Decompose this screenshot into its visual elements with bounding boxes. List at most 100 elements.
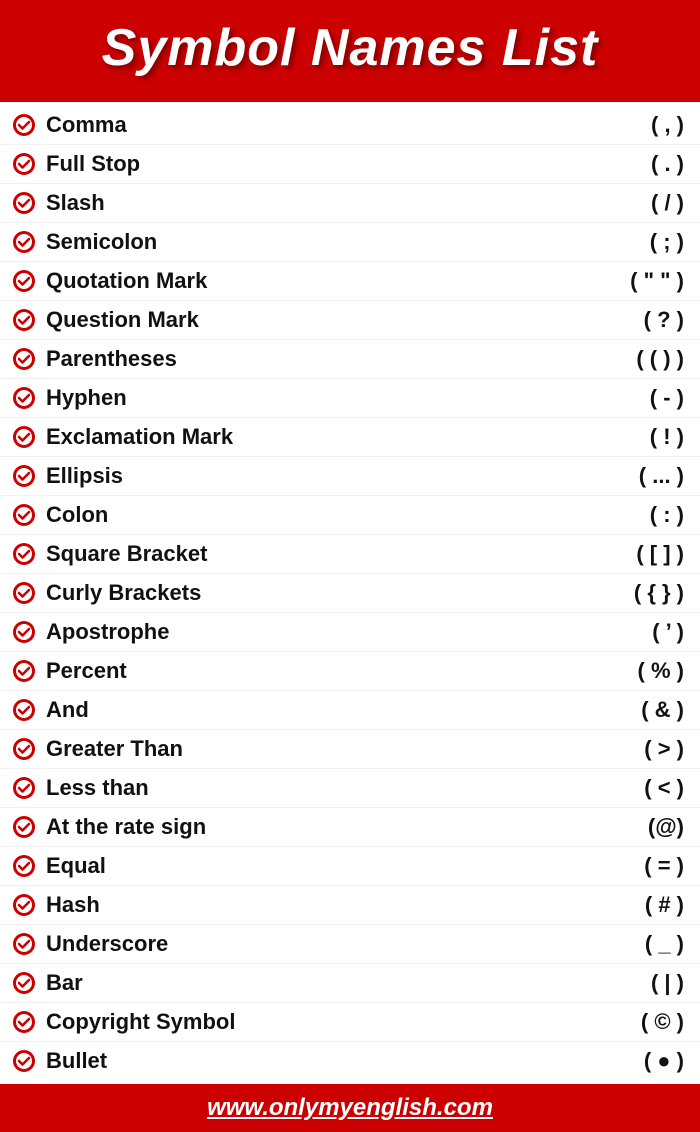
symbol-name: Full Stop bbox=[46, 151, 564, 177]
symbol-name: Exclamation Mark bbox=[46, 424, 564, 450]
symbol-name: Comma bbox=[46, 112, 564, 138]
symbol-value: ( . ) bbox=[564, 151, 684, 177]
symbol-value: ( : ) bbox=[564, 502, 684, 528]
symbol-value: ( ! ) bbox=[564, 424, 684, 450]
check-icon bbox=[12, 737, 36, 761]
symbol-value: ( [ ] ) bbox=[564, 541, 684, 567]
symbol-name: Curly Brackets bbox=[46, 580, 564, 606]
check-icon bbox=[12, 269, 36, 293]
list-item: Exclamation Mark( ! ) bbox=[0, 418, 700, 457]
check-icon bbox=[12, 386, 36, 410]
list-item: Bullet( ● ) bbox=[0, 1042, 700, 1080]
list-item: Curly Brackets( { } ) bbox=[0, 574, 700, 613]
check-icon bbox=[12, 971, 36, 995]
check-icon bbox=[12, 932, 36, 956]
symbol-value: ( / ) bbox=[564, 190, 684, 216]
check-icon bbox=[12, 698, 36, 722]
check-icon bbox=[12, 191, 36, 215]
symbol-value: ( | ) bbox=[564, 970, 684, 996]
check-icon bbox=[12, 854, 36, 878]
symbol-name: Less than bbox=[46, 775, 564, 801]
check-icon bbox=[12, 464, 36, 488]
symbol-value: ( _ ) bbox=[564, 931, 684, 957]
symbol-value: ( # ) bbox=[564, 892, 684, 918]
check-icon bbox=[12, 893, 36, 917]
page-title: Symbol Names List bbox=[20, 18, 680, 78]
symbol-name: Question Mark bbox=[46, 307, 564, 333]
symbol-value: ( & ) bbox=[564, 697, 684, 723]
website-link[interactable]: www.onlymyenglish.com bbox=[207, 1094, 493, 1121]
list-item: Slash( / ) bbox=[0, 184, 700, 223]
symbol-value: ( = ) bbox=[564, 853, 684, 879]
symbol-value: ( - ) bbox=[564, 385, 684, 411]
symbol-name: Hyphen bbox=[46, 385, 564, 411]
symbol-list: Comma( , ) Full Stop( . ) Slash( / ) Sem… bbox=[0, 102, 700, 1084]
page-footer[interactable]: www.onlymyenglish.com bbox=[0, 1084, 700, 1132]
check-icon bbox=[12, 308, 36, 332]
symbol-name: Semicolon bbox=[46, 229, 564, 255]
check-icon bbox=[12, 503, 36, 527]
check-icon bbox=[12, 581, 36, 605]
symbol-name: Parentheses bbox=[46, 346, 564, 372]
check-icon bbox=[12, 347, 36, 371]
check-icon bbox=[12, 425, 36, 449]
list-item: And( & ) bbox=[0, 691, 700, 730]
symbol-name: Apostrophe bbox=[46, 619, 564, 645]
symbol-value: ( , ) bbox=[564, 112, 684, 138]
list-item: Less than( < ) bbox=[0, 769, 700, 808]
symbol-name: Hash bbox=[46, 892, 564, 918]
list-item: Ellipsis( ... ) bbox=[0, 457, 700, 496]
symbol-name: Square Bracket bbox=[46, 541, 564, 567]
symbol-name: Percent bbox=[46, 658, 564, 684]
symbol-name: Quotation Mark bbox=[46, 268, 564, 294]
symbol-name: Equal bbox=[46, 853, 564, 879]
list-item: Hyphen( - ) bbox=[0, 379, 700, 418]
symbol-name: Ellipsis bbox=[46, 463, 564, 489]
symbol-value: ( > ) bbox=[564, 736, 684, 762]
list-item: Apostrophe( ’ ) bbox=[0, 613, 700, 652]
list-item: Bar( | ) bbox=[0, 964, 700, 1003]
symbol-name: Colon bbox=[46, 502, 564, 528]
list-item: Quotation Mark( " " ) bbox=[0, 262, 700, 301]
check-icon bbox=[12, 776, 36, 800]
list-item: Hash( # ) bbox=[0, 886, 700, 925]
list-item: Question Mark( ? ) bbox=[0, 301, 700, 340]
symbol-value: ( ’ ) bbox=[564, 619, 684, 645]
check-icon bbox=[12, 620, 36, 644]
list-item: Full Stop( . ) bbox=[0, 145, 700, 184]
check-icon bbox=[12, 152, 36, 176]
check-icon bbox=[12, 113, 36, 137]
check-icon bbox=[12, 230, 36, 254]
symbol-name: Greater Than bbox=[46, 736, 564, 762]
list-item: At the rate sign(@) bbox=[0, 808, 700, 847]
symbol-name: Slash bbox=[46, 190, 564, 216]
check-icon bbox=[12, 542, 36, 566]
symbol-value: ( ? ) bbox=[564, 307, 684, 333]
symbol-value: ( { } ) bbox=[564, 580, 684, 606]
symbol-value: ( ... ) bbox=[564, 463, 684, 489]
list-item: Equal( = ) bbox=[0, 847, 700, 886]
symbol-name: At the rate sign bbox=[46, 814, 564, 840]
list-item: Underscore( _ ) bbox=[0, 925, 700, 964]
check-icon bbox=[12, 1010, 36, 1034]
symbol-value: (@) bbox=[564, 814, 684, 840]
symbol-value: ( < ) bbox=[564, 775, 684, 801]
check-icon bbox=[12, 815, 36, 839]
symbol-value: ( ; ) bbox=[564, 229, 684, 255]
symbol-name: Copyright Symbol bbox=[46, 1009, 564, 1035]
symbol-value: ( " " ) bbox=[564, 268, 684, 294]
list-item: Semicolon( ; ) bbox=[0, 223, 700, 262]
symbol-value: ( ● ) bbox=[564, 1048, 684, 1074]
list-item: Parentheses( ( ) ) bbox=[0, 340, 700, 379]
check-icon bbox=[12, 659, 36, 683]
symbol-value: ( % ) bbox=[564, 658, 684, 684]
symbol-value: ( ( ) ) bbox=[564, 346, 684, 372]
page-header: Symbol Names List bbox=[0, 0, 700, 96]
check-icon bbox=[12, 1049, 36, 1073]
list-item: Percent( % ) bbox=[0, 652, 700, 691]
list-item: Colon( : ) bbox=[0, 496, 700, 535]
list-item: Comma( , ) bbox=[0, 106, 700, 145]
symbol-name: And bbox=[46, 697, 564, 723]
list-item: Greater Than( > ) bbox=[0, 730, 700, 769]
symbol-name: Bar bbox=[46, 970, 564, 996]
